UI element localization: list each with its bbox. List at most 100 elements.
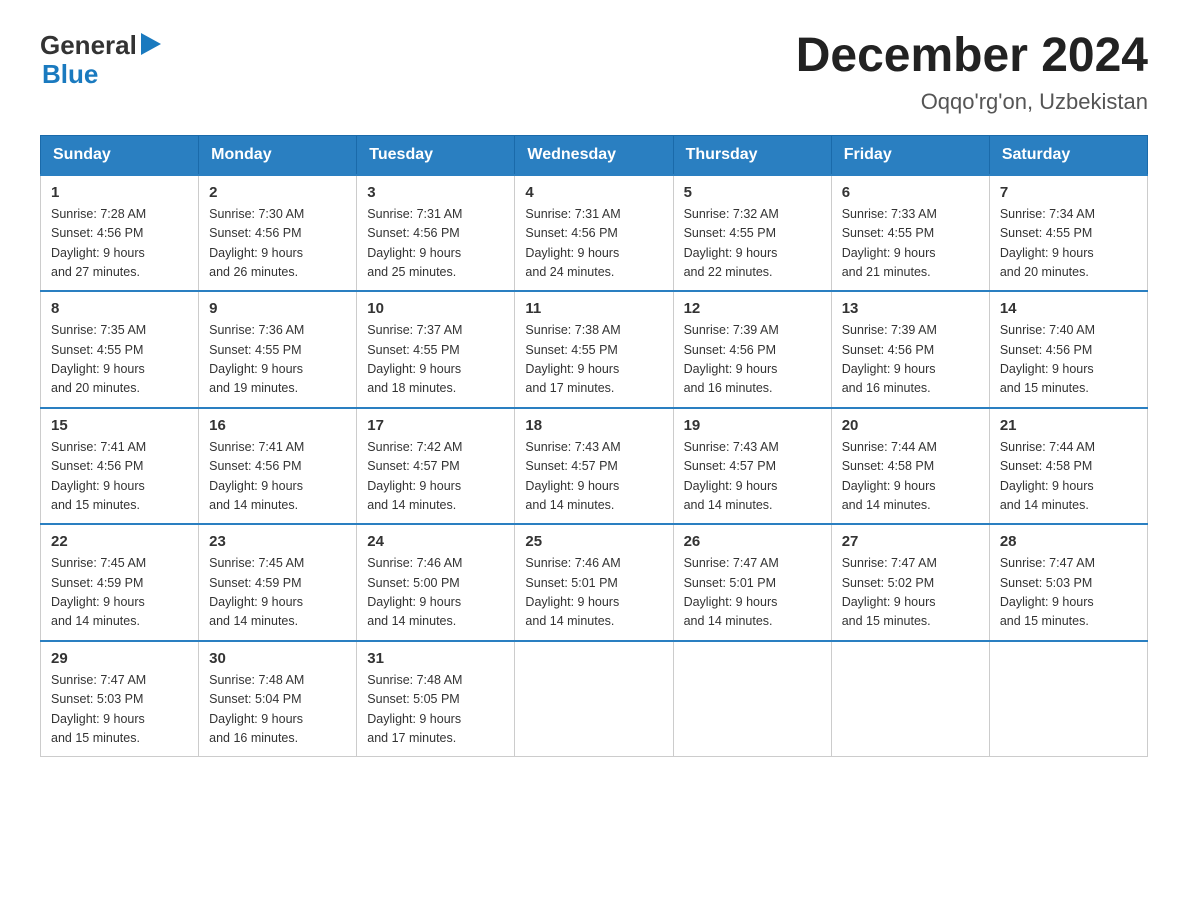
week-row-1: 1 Sunrise: 7:28 AM Sunset: 4:56 PM Dayli… xyxy=(41,175,1148,292)
logo-blue-text: Blue xyxy=(42,61,98,87)
calendar-cell: 21 Sunrise: 7:44 AM Sunset: 4:58 PM Dayl… xyxy=(989,408,1147,525)
day-info: Sunrise: 7:35 AM Sunset: 4:55 PM Dayligh… xyxy=(51,321,188,399)
logo-general-text: General xyxy=(40,30,137,61)
calendar-cell: 25 Sunrise: 7:46 AM Sunset: 5:01 PM Dayl… xyxy=(515,524,673,641)
week-row-2: 8 Sunrise: 7:35 AM Sunset: 4:55 PM Dayli… xyxy=(41,291,1148,408)
day-info: Sunrise: 7:47 AM Sunset: 5:02 PM Dayligh… xyxy=(842,554,979,632)
calendar-table: Sunday Monday Tuesday Wednesday Thursday… xyxy=(40,135,1148,758)
day-info: Sunrise: 7:28 AM Sunset: 4:56 PM Dayligh… xyxy=(51,205,188,283)
header-sunday: Sunday xyxy=(41,135,199,175)
calendar-cell: 8 Sunrise: 7:35 AM Sunset: 4:55 PM Dayli… xyxy=(41,291,199,408)
calendar-cell: 5 Sunrise: 7:32 AM Sunset: 4:55 PM Dayli… xyxy=(673,175,831,292)
calendar-cell: 18 Sunrise: 7:43 AM Sunset: 4:57 PM Dayl… xyxy=(515,408,673,525)
day-info: Sunrise: 7:42 AM Sunset: 4:57 PM Dayligh… xyxy=(367,438,504,516)
calendar-cell: 14 Sunrise: 7:40 AM Sunset: 4:56 PM Dayl… xyxy=(989,291,1147,408)
calendar-cell xyxy=(831,641,989,757)
calendar-cell: 28 Sunrise: 7:47 AM Sunset: 5:03 PM Dayl… xyxy=(989,524,1147,641)
day-info: Sunrise: 7:41 AM Sunset: 4:56 PM Dayligh… xyxy=(51,438,188,516)
calendar-cell xyxy=(515,641,673,757)
day-number: 21 xyxy=(1000,417,1137,434)
day-number: 7 xyxy=(1000,184,1137,201)
calendar-cell: 27 Sunrise: 7:47 AM Sunset: 5:02 PM Dayl… xyxy=(831,524,989,641)
day-number: 5 xyxy=(684,184,821,201)
calendar-cell: 3 Sunrise: 7:31 AM Sunset: 4:56 PM Dayli… xyxy=(357,175,515,292)
day-number: 10 xyxy=(367,300,504,317)
calendar-cell: 13 Sunrise: 7:39 AM Sunset: 4:56 PM Dayl… xyxy=(831,291,989,408)
week-row-4: 22 Sunrise: 7:45 AM Sunset: 4:59 PM Dayl… xyxy=(41,524,1148,641)
page-header: General Blue December 2024 Oqqo'rg'on, U… xyxy=(40,30,1148,115)
calendar-cell: 20 Sunrise: 7:44 AM Sunset: 4:58 PM Dayl… xyxy=(831,408,989,525)
calendar-cell: 16 Sunrise: 7:41 AM Sunset: 4:56 PM Dayl… xyxy=(199,408,357,525)
week-row-3: 15 Sunrise: 7:41 AM Sunset: 4:56 PM Dayl… xyxy=(41,408,1148,525)
header-thursday: Thursday xyxy=(673,135,831,175)
day-info: Sunrise: 7:47 AM Sunset: 5:03 PM Dayligh… xyxy=(51,671,188,749)
day-info: Sunrise: 7:38 AM Sunset: 4:55 PM Dayligh… xyxy=(525,321,662,399)
day-info: Sunrise: 7:41 AM Sunset: 4:56 PM Dayligh… xyxy=(209,438,346,516)
day-number: 14 xyxy=(1000,300,1137,317)
calendar-cell: 9 Sunrise: 7:36 AM Sunset: 4:55 PM Dayli… xyxy=(199,291,357,408)
day-info: Sunrise: 7:44 AM Sunset: 4:58 PM Dayligh… xyxy=(842,438,979,516)
day-info: Sunrise: 7:46 AM Sunset: 5:00 PM Dayligh… xyxy=(367,554,504,632)
title-area: December 2024 Oqqo'rg'on, Uzbekistan xyxy=(796,30,1148,115)
day-number: 28 xyxy=(1000,533,1137,550)
day-number: 6 xyxy=(842,184,979,201)
calendar-cell: 10 Sunrise: 7:37 AM Sunset: 4:55 PM Dayl… xyxy=(357,291,515,408)
header-tuesday: Tuesday xyxy=(357,135,515,175)
day-info: Sunrise: 7:39 AM Sunset: 4:56 PM Dayligh… xyxy=(842,321,979,399)
calendar-cell: 11 Sunrise: 7:38 AM Sunset: 4:55 PM Dayl… xyxy=(515,291,673,408)
day-info: Sunrise: 7:46 AM Sunset: 5:01 PM Dayligh… xyxy=(525,554,662,632)
week-row-5: 29 Sunrise: 7:47 AM Sunset: 5:03 PM Dayl… xyxy=(41,641,1148,757)
day-info: Sunrise: 7:43 AM Sunset: 4:57 PM Dayligh… xyxy=(525,438,662,516)
day-number: 1 xyxy=(51,184,188,201)
header-saturday: Saturday xyxy=(989,135,1147,175)
calendar-cell: 1 Sunrise: 7:28 AM Sunset: 4:56 PM Dayli… xyxy=(41,175,199,292)
header-wednesday: Wednesday xyxy=(515,135,673,175)
calendar-cell: 7 Sunrise: 7:34 AM Sunset: 4:55 PM Dayli… xyxy=(989,175,1147,292)
day-number: 3 xyxy=(367,184,504,201)
day-number: 4 xyxy=(525,184,662,201)
day-number: 17 xyxy=(367,417,504,434)
calendar-cell: 24 Sunrise: 7:46 AM Sunset: 5:00 PM Dayl… xyxy=(357,524,515,641)
day-info: Sunrise: 7:47 AM Sunset: 5:01 PM Dayligh… xyxy=(684,554,821,632)
calendar-cell: 17 Sunrise: 7:42 AM Sunset: 4:57 PM Dayl… xyxy=(357,408,515,525)
day-number: 19 xyxy=(684,417,821,434)
day-info: Sunrise: 7:47 AM Sunset: 5:03 PM Dayligh… xyxy=(1000,554,1137,632)
calendar-cell: 12 Sunrise: 7:39 AM Sunset: 4:56 PM Dayl… xyxy=(673,291,831,408)
day-number: 11 xyxy=(525,300,662,317)
header-friday: Friday xyxy=(831,135,989,175)
day-number: 8 xyxy=(51,300,188,317)
day-number: 22 xyxy=(51,533,188,550)
day-number: 9 xyxy=(209,300,346,317)
calendar-cell: 22 Sunrise: 7:45 AM Sunset: 4:59 PM Dayl… xyxy=(41,524,199,641)
day-info: Sunrise: 7:44 AM Sunset: 4:58 PM Dayligh… xyxy=(1000,438,1137,516)
calendar-cell xyxy=(989,641,1147,757)
day-info: Sunrise: 7:30 AM Sunset: 4:56 PM Dayligh… xyxy=(209,205,346,283)
day-number: 16 xyxy=(209,417,346,434)
day-number: 31 xyxy=(367,650,504,667)
day-number: 23 xyxy=(209,533,346,550)
logo: General Blue xyxy=(40,30,161,87)
location-text: Oqqo'rg'on, Uzbekistan xyxy=(796,89,1148,115)
day-info: Sunrise: 7:48 AM Sunset: 5:04 PM Dayligh… xyxy=(209,671,346,749)
day-info: Sunrise: 7:43 AM Sunset: 4:57 PM Dayligh… xyxy=(684,438,821,516)
day-info: Sunrise: 7:48 AM Sunset: 5:05 PM Dayligh… xyxy=(367,671,504,749)
day-info: Sunrise: 7:37 AM Sunset: 4:55 PM Dayligh… xyxy=(367,321,504,399)
day-number: 12 xyxy=(684,300,821,317)
header-monday: Monday xyxy=(199,135,357,175)
day-info: Sunrise: 7:31 AM Sunset: 4:56 PM Dayligh… xyxy=(525,205,662,283)
day-number: 24 xyxy=(367,533,504,550)
calendar-cell: 15 Sunrise: 7:41 AM Sunset: 4:56 PM Dayl… xyxy=(41,408,199,525)
day-number: 29 xyxy=(51,650,188,667)
calendar-cell: 2 Sunrise: 7:30 AM Sunset: 4:56 PM Dayli… xyxy=(199,175,357,292)
day-number: 30 xyxy=(209,650,346,667)
day-info: Sunrise: 7:45 AM Sunset: 4:59 PM Dayligh… xyxy=(209,554,346,632)
calendar-cell: 23 Sunrise: 7:45 AM Sunset: 4:59 PM Dayl… xyxy=(199,524,357,641)
day-number: 27 xyxy=(842,533,979,550)
day-info: Sunrise: 7:36 AM Sunset: 4:55 PM Dayligh… xyxy=(209,321,346,399)
calendar-cell: 19 Sunrise: 7:43 AM Sunset: 4:57 PM Dayl… xyxy=(673,408,831,525)
calendar-cell: 31 Sunrise: 7:48 AM Sunset: 5:05 PM Dayl… xyxy=(357,641,515,757)
day-number: 26 xyxy=(684,533,821,550)
day-info: Sunrise: 7:34 AM Sunset: 4:55 PM Dayligh… xyxy=(1000,205,1137,283)
day-info: Sunrise: 7:32 AM Sunset: 4:55 PM Dayligh… xyxy=(684,205,821,283)
day-info: Sunrise: 7:40 AM Sunset: 4:56 PM Dayligh… xyxy=(1000,321,1137,399)
